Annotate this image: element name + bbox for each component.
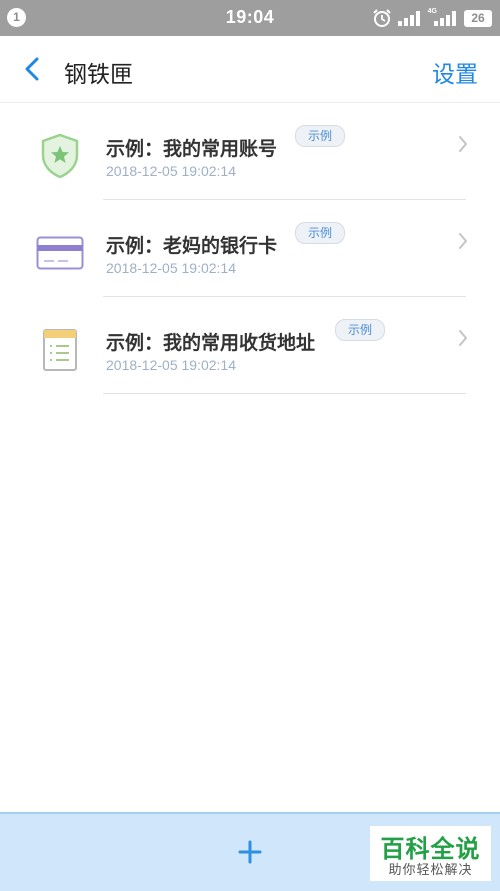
item-date: 2018-12-05 19:02:14 (106, 357, 236, 373)
item-date: 2018-12-05 19:02:14 (106, 163, 236, 179)
signal-4g-icon: 4G (427, 7, 458, 26)
alarm-icon (372, 8, 392, 28)
settings-button[interactable]: 设置 (432, 55, 478, 89)
back-button[interactable] (16, 53, 48, 85)
example-badge: 示例 (295, 125, 346, 147)
network-type-label: 4G (427, 7, 437, 15)
address-note-icon (34, 327, 86, 373)
nav-bar: 钢铁匣 设置 (0, 36, 500, 103)
list-item[interactable]: 示例：老妈的银行卡 示例 2018-12-05 19:02:14 (0, 200, 500, 297)
shield-star-icon (34, 133, 86, 179)
item-title: 示例：老妈的银行卡 (106, 236, 278, 257)
list-item[interactable]: 示例：我的常用账号 示例 2018-12-05 19:02:14 (0, 103, 500, 200)
signal-icon (397, 10, 422, 26)
status-icons: 4G 26 (366, 7, 492, 29)
bank-card-icon (34, 230, 86, 276)
item-title: 示例：我的常用收货地址 (106, 333, 316, 354)
chevron-left-icon (25, 57, 39, 81)
item-date: 2018-12-05 19:02:14 (106, 260, 236, 276)
add-button[interactable] (236, 838, 264, 866)
item-list: 示例：我的常用账号 示例 2018-12-05 19:02:14 示例：老妈的银… (0, 103, 500, 394)
list-item[interactable]: 示例：我的常用收货地址 示例 2018-12-05 19:02:14 (0, 297, 500, 394)
battery-indicator: 26 (464, 9, 492, 27)
chevron-right-icon (458, 329, 468, 352)
chevron-right-icon (458, 135, 468, 158)
example-badge: 示例 (335, 319, 386, 341)
plus-icon (238, 840, 262, 864)
watermark-subtitle: 助你轻松解决 (388, 862, 473, 877)
watermark-logo: 百科全说 助你轻松解决 (370, 826, 491, 881)
divider (103, 393, 466, 394)
item-title: 示例：我的常用账号 (106, 139, 278, 160)
page-title: 钢铁匣 (64, 61, 133, 87)
status-bar: 1 19:04 4G 26 (0, 0, 500, 36)
example-badge: 示例 (295, 222, 346, 244)
chevron-right-icon (458, 232, 468, 255)
